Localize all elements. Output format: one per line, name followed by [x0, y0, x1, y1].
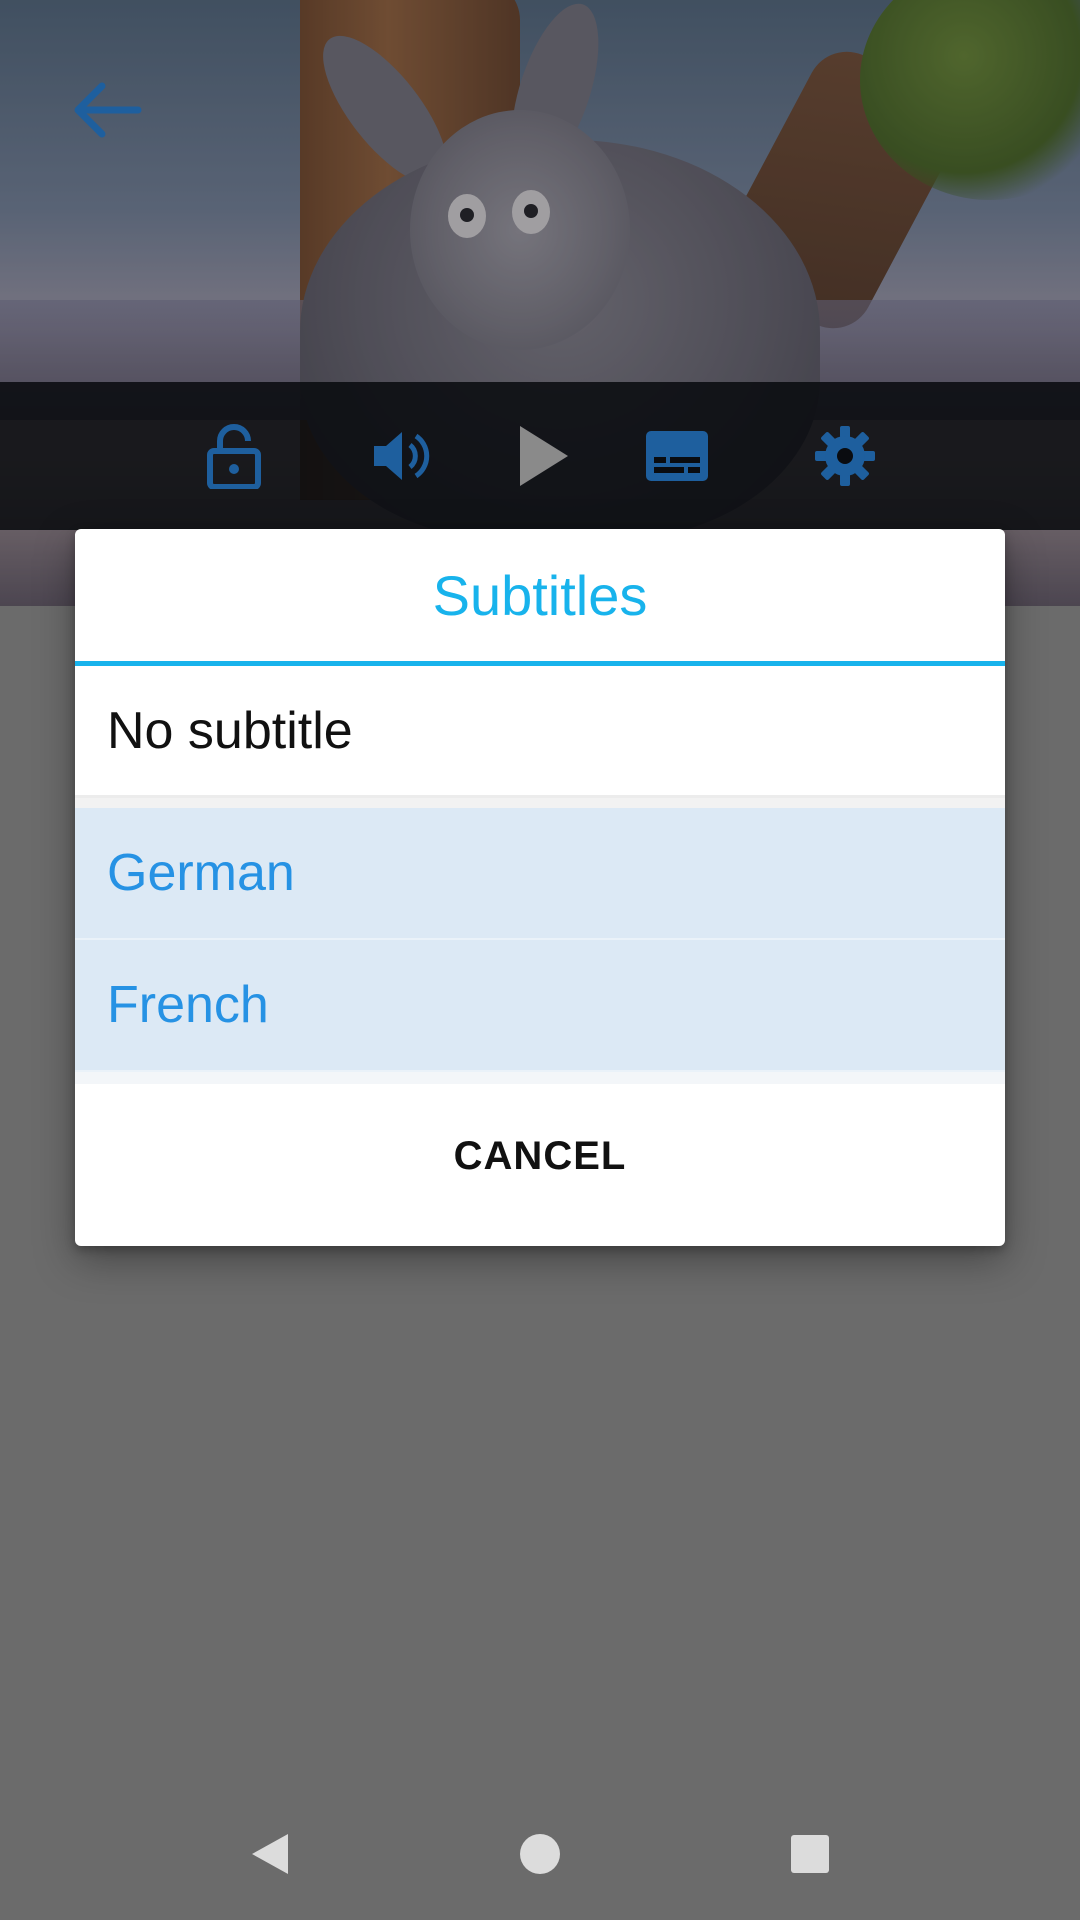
subtitle-option-german[interactable]: German — [75, 808, 1005, 940]
player-controls — [0, 382, 1080, 530]
screen: Subtitles No subtitle German French CANC… — [0, 0, 1080, 1920]
volume-icon — [374, 432, 430, 480]
subtitles-dialog: Subtitles No subtitle German French CANC… — [75, 529, 1005, 1246]
back-icon — [252, 1834, 288, 1874]
recents-icon — [791, 1835, 829, 1873]
subtitle-option-french[interactable]: French — [75, 940, 1005, 1072]
back-button[interactable] — [68, 72, 144, 148]
cancel-button[interactable]: CANCEL — [75, 1084, 1005, 1229]
settings-button[interactable] — [800, 382, 890, 530]
subtitles-icon — [646, 431, 708, 481]
system-nav-bar — [0, 1784, 1080, 1920]
play-button[interactable] — [499, 382, 589, 530]
nav-back-button[interactable] — [220, 1804, 320, 1904]
subtitles-button[interactable] — [632, 382, 722, 530]
nav-home-button[interactable] — [490, 1804, 590, 1904]
option-separator — [75, 798, 1005, 808]
arrow-back-icon — [74, 82, 142, 138]
nav-recents-button[interactable] — [760, 1804, 860, 1904]
play-icon — [520, 426, 568, 486]
list-end-spacer — [75, 1072, 1005, 1084]
lock-button[interactable] — [189, 382, 279, 530]
volume-button[interactable] — [357, 382, 447, 530]
dialog-title: Subtitles — [432, 563, 648, 627]
gear-icon — [815, 426, 875, 486]
lock-icon — [207, 424, 261, 489]
subtitle-option-none[interactable]: No subtitle — [75, 666, 1005, 798]
home-icon — [520, 1834, 560, 1874]
